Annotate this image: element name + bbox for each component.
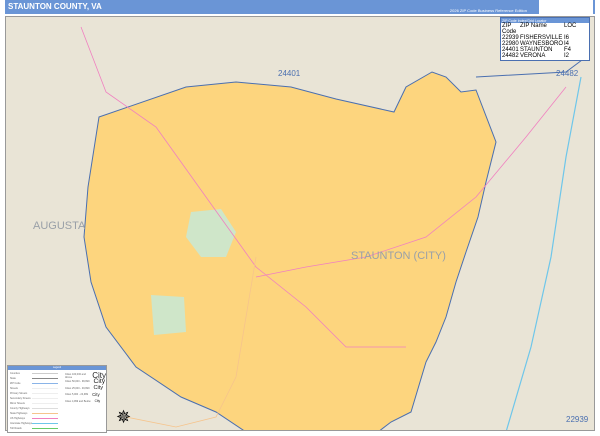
legend-label: Secondary Streets <box>10 397 31 400</box>
page-title: STAUNTON COUNTY, VA <box>8 2 102 11</box>
legend-label: Toll Roads <box>10 427 22 430</box>
legend: Legend Counties State ZIP Code Streets Prima… <box>7 365 107 433</box>
legend-item: State <box>10 377 58 380</box>
legend-item: Primary Streets <box>10 392 58 395</box>
legend-label: Cities 5,000 - 24,999 <box>65 393 89 396</box>
zip-label: 22939 <box>566 415 589 424</box>
legend-label: County Highways <box>10 407 30 410</box>
legend-swatch <box>32 422 58 425</box>
legend-swatch <box>32 402 58 405</box>
legend-label: Cities 25,000 - 49,999 <box>65 386 90 390</box>
legend-swatch <box>32 412 58 415</box>
legend-swatch <box>32 392 58 395</box>
city-label: STAUNTON (CITY) <box>351 250 446 262</box>
legend-label: Counties <box>10 372 20 375</box>
legend-swatch <box>32 377 58 380</box>
edition-label: 2026 ZIP Code Business Reference Edition <box>449 8 527 13</box>
city-sample: City <box>93 378 106 385</box>
legend-label: Cities 50,000 - 99,999 <box>65 380 90 383</box>
legend-item: County Highways <box>10 407 58 410</box>
legend-item: Counties <box>10 372 58 375</box>
zip-label: 24401 <box>278 69 301 78</box>
locator-header: ZIP Code ZIP Name LOC <box>502 23 577 35</box>
legend-label: State Highways <box>10 412 28 415</box>
compass-icon: ✵ <box>116 407 132 427</box>
legend-swatch <box>32 387 58 390</box>
legend-population-item: Cities 5,000 - 24,999 City <box>65 392 100 397</box>
legend-item: Toll Roads <box>10 427 58 430</box>
legend-population-item: Cities 25,000 - 49,999 City <box>65 385 103 391</box>
logo <box>539 0 593 14</box>
legend-label: Streets <box>10 387 18 390</box>
legend-swatch <box>32 427 58 430</box>
header: STAUNTON COUNTY, VA 2026 ZIP Code Busine… <box>5 0 595 14</box>
legend-swatch <box>32 382 58 385</box>
legend-swatch <box>32 372 58 375</box>
legend-population-item: Cities 50,000 - 99,999 City <box>65 378 105 385</box>
legend-item: Interstate Highways <box>10 422 58 425</box>
legend-item: US Highways <box>10 417 58 420</box>
legend-item: Minor Streets <box>10 402 58 405</box>
legend-item: Secondary Streets <box>10 397 58 400</box>
zip-label: 24482 <box>556 69 579 78</box>
legend-item: State Highways <box>10 412 58 415</box>
legend-title: Legend <box>8 366 106 370</box>
legend-swatch <box>32 417 58 420</box>
city-sample: City <box>92 392 100 397</box>
legend-label: ZIP Code <box>10 382 21 385</box>
legend-item: ZIP Code <box>10 382 58 385</box>
legend-swatch <box>32 397 58 400</box>
legend-label: US Highways <box>10 417 26 420</box>
county-label: AUGUSTA <box>33 220 86 232</box>
city-sample: City <box>94 399 101 403</box>
legend-label: Minor Streets <box>10 402 25 405</box>
legend-label: Cities 4,999 and Below <box>65 399 91 403</box>
legend-item: Streets <box>10 387 58 390</box>
interstate <box>505 76 582 430</box>
legend-label: Interstate Highways <box>10 422 32 425</box>
legend-population-item: Cities 4,999 and Below City <box>65 399 100 403</box>
legend-label: State <box>10 377 16 380</box>
park <box>151 295 186 335</box>
locator-row: 24482 VERONA I2 <box>502 53 570 59</box>
city-sample: City <box>93 385 104 391</box>
legend-swatch <box>32 407 58 410</box>
legend-label: Primary Streets <box>10 392 28 395</box>
zip-locator-table: ZIP Code Index/Grid Locator ZIP Code ZIP … <box>500 17 590 61</box>
